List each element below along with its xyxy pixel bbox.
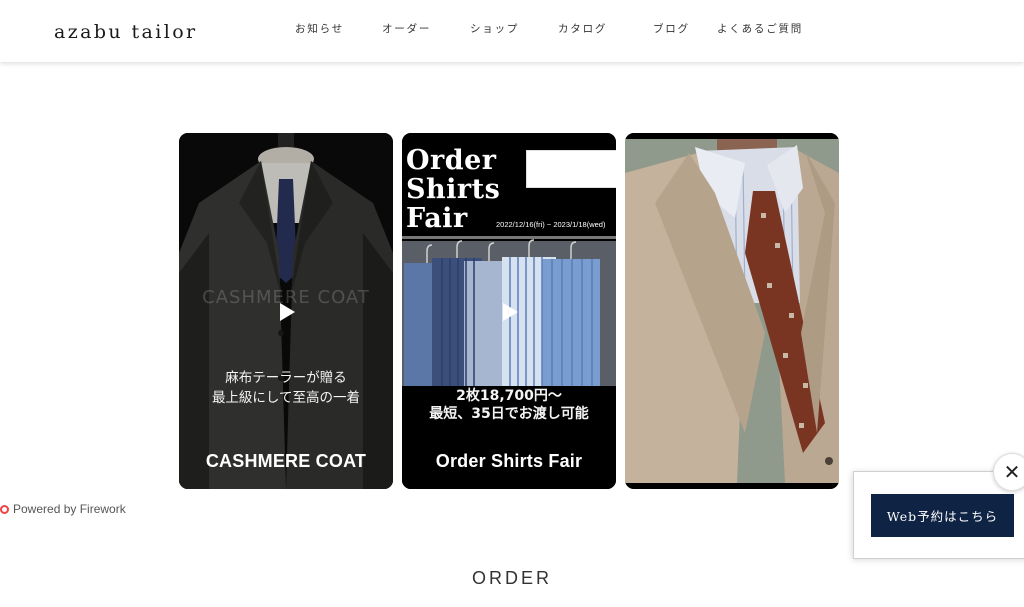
coat-tagline-line-2: 最上級にして至高の一着 bbox=[211, 390, 361, 406]
coat-tagline: 麻布テーラーが贈る 最上級にして至高の一着 bbox=[179, 368, 393, 408]
coat-tagline-line-1: 麻布テーラーが贈る bbox=[225, 370, 347, 386]
nav-item-order[interactable]: オーダー bbox=[382, 21, 431, 36]
site-header: azabu tailor お知らせ オーダー ショップ カタログ ブログ よくあ… bbox=[0, 0, 1024, 62]
fair-offer-line-1: 2枚18,700円〜 bbox=[456, 388, 562, 404]
fair-title-line-3: Fair bbox=[406, 203, 468, 234]
video-card-order-shirts-fair[interactable]: Order Shirts Fair 2022/12/16(fri) ~ 2023… bbox=[402, 133, 616, 489]
card-title: CASHMERE COAT bbox=[205, 451, 367, 471]
video-card-suit[interactable] bbox=[625, 133, 839, 489]
powered-by-firework[interactable]: Powered by Firework bbox=[0, 502, 126, 516]
firework-logo-icon bbox=[0, 504, 9, 514]
section-heading-order: ORDER bbox=[471, 568, 552, 588]
fair-title-line-1: Order bbox=[406, 145, 497, 176]
fair-date-range: 2022/12/16(fri) ~ 2023/1/18(wed) bbox=[496, 220, 606, 229]
web-reservation-button[interactable]: Web予約はこちら bbox=[871, 494, 1014, 537]
poster-blank-box bbox=[526, 150, 616, 188]
video-card-cashmere-coat[interactable]: CASHMERE COAT 麻布テーラーが贈る 最上級にして至高の一着 CASH… bbox=[179, 133, 393, 489]
play-icon[interactable] bbox=[503, 303, 518, 321]
fair-offer: 2枚18,700円〜 最短、35日でお渡し可能 bbox=[402, 387, 616, 423]
card-title: Order Shirts Fair bbox=[435, 451, 583, 471]
fair-poster-title: Order Shirts Fair bbox=[406, 146, 500, 233]
site-logo[interactable]: azabu tailor bbox=[54, 21, 198, 43]
close-icon[interactable]: ✕ bbox=[993, 453, 1024, 491]
fair-title-line-2: Shirts bbox=[406, 174, 501, 205]
powered-by-label: Powered by Firework bbox=[13, 502, 126, 516]
nav-item-blog[interactable]: ブログ bbox=[653, 21, 690, 36]
play-icon[interactable] bbox=[280, 303, 295, 321]
nav-item-news[interactable]: お知らせ bbox=[295, 21, 344, 36]
suit-image bbox=[625, 133, 839, 489]
fair-offer-line-2: 最短、35日でお渡し可能 bbox=[429, 406, 589, 422]
nav-item-catalog[interactable]: カタログ bbox=[558, 21, 607, 36]
nav-item-shop[interactable]: ショップ bbox=[470, 21, 519, 36]
nav-item-faq[interactable]: よくあるご質問 bbox=[717, 21, 803, 36]
